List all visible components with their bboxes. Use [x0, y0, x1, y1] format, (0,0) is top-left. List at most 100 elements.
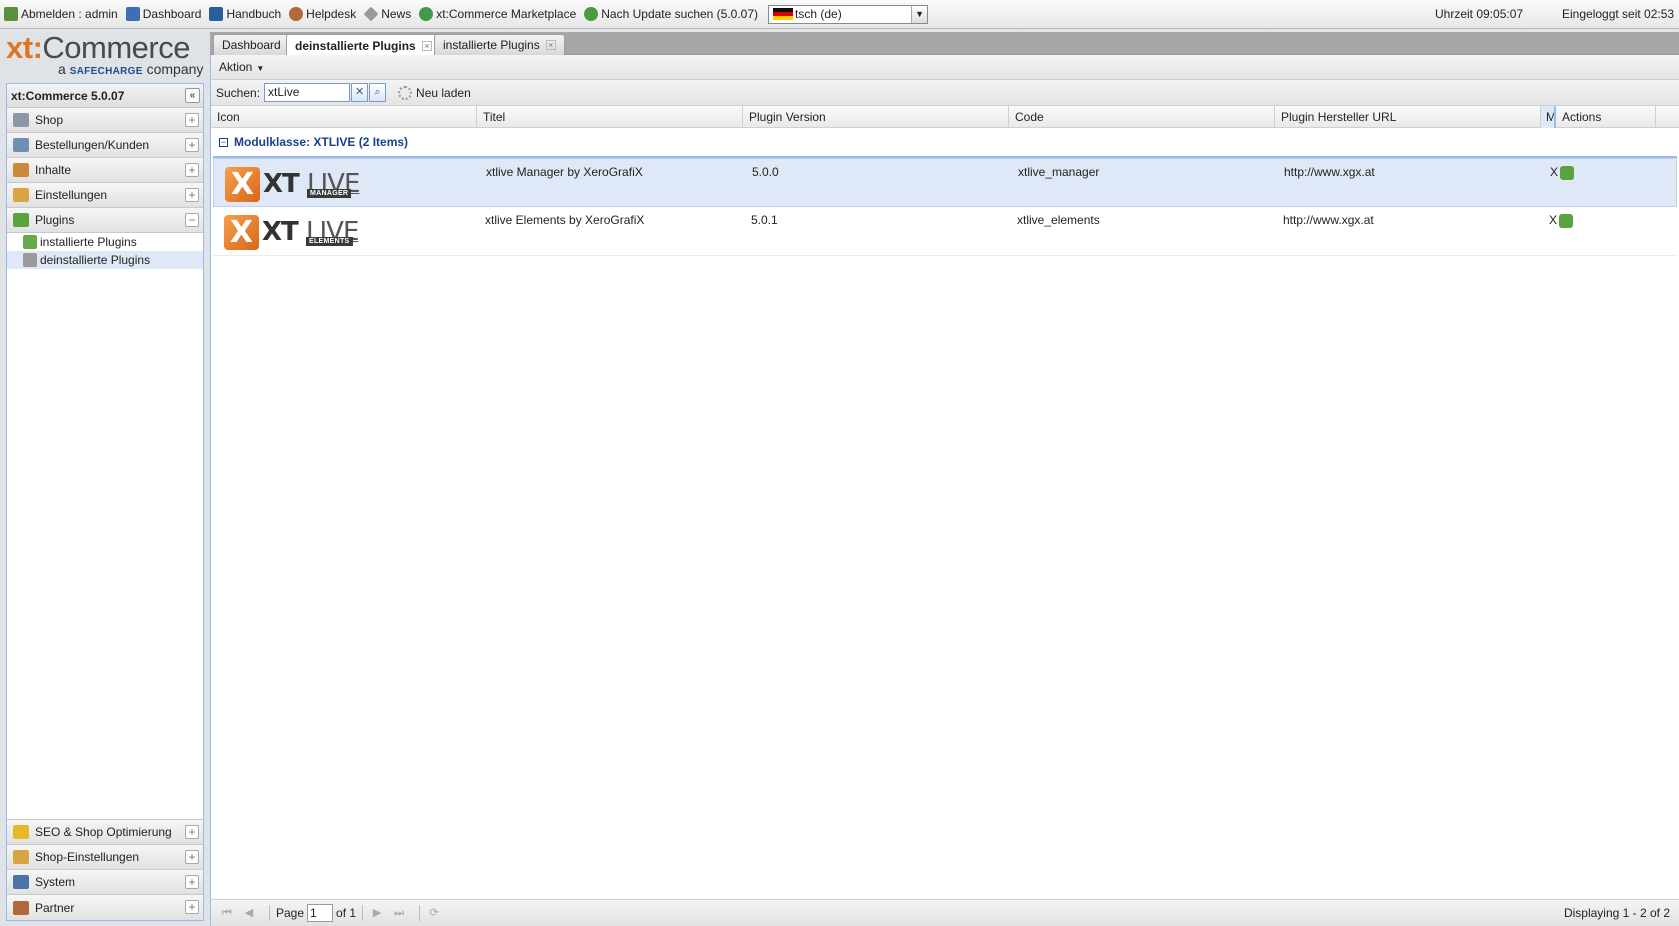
search-label: Suchen:: [216, 85, 261, 100]
sidebar-section-seo[interactable]: SEO & Shop Optimierung +: [7, 820, 203, 845]
expand-icon[interactable]: +: [185, 163, 199, 177]
tag-icon: [363, 6, 379, 22]
xtlive-logo-mark: X: [224, 215, 259, 250]
search-input[interactable]: xtLive: [264, 83, 351, 102]
logout-link[interactable]: Abmelden : admin: [4, 7, 118, 21]
paging-toolbar: ⏮ ◀ Page 1 of 1 ▶ ⏭ ⟳ Displaying 1 - 2 o…: [211, 899, 1679, 926]
expand-icon[interactable]: +: [185, 825, 199, 839]
table-row[interactable]: X XT LIVE MANAGER xtlive Manager by Xero…: [213, 158, 1677, 207]
sidebar-section-shop-settings[interactable]: Shop-Einstellungen +: [7, 845, 203, 870]
install-plugin-icon[interactable]: [1559, 213, 1574, 228]
cell-actions: X: [1549, 213, 1574, 228]
first-page-icon[interactable]: ⏮: [219, 905, 235, 921]
marketplace-link[interactable]: xt:Commerce Marketplace: [419, 7, 576, 21]
monitor-icon: [13, 875, 29, 889]
table-row[interactable]: X XT LIVE ELEMENTS xtlive Elements by Xe…: [213, 207, 1677, 256]
sidebar-section-system[interactable]: System +: [7, 870, 203, 895]
clipboard-icon: [13, 163, 29, 177]
last-page-icon[interactable]: ⏭: [391, 905, 407, 921]
sidebar-section-plugins[interactable]: Plugins −: [7, 208, 203, 233]
expand-icon[interactable]: +: [185, 138, 199, 152]
sidebar-title: xt:Commerce 5.0.07 «: [7, 84, 203, 108]
xtlive-manager-logo: X XT LIVE MANAGER: [225, 165, 360, 203]
column-header-version[interactable]: Plugin Version: [743, 106, 1009, 128]
close-icon[interactable]: ×: [421, 40, 432, 51]
action-toolbar: Aktion ▼: [211, 55, 1679, 80]
cart-icon: [13, 113, 29, 127]
german-flag-icon: [773, 8, 794, 20]
brand-logo: xt:Commerce a SAFECHARGE company: [6, 30, 204, 78]
news-link[interactable]: News: [363, 6, 411, 22]
puzzle-icon: [13, 213, 29, 227]
puzzle-icon: [23, 253, 37, 267]
cell-code: xtlive_elements: [1017, 213, 1100, 227]
refresh-icon[interactable]: ⟳: [426, 905, 442, 921]
collapse-group-icon[interactable]: −: [219, 137, 228, 147]
expand-icon[interactable]: +: [185, 900, 199, 914]
sidebar-section-content[interactable]: Inhalte +: [7, 158, 203, 183]
expand-icon[interactable]: +: [185, 188, 199, 202]
clear-search-button[interactable]: ✕: [351, 83, 369, 102]
sidebar-bottom-sections: SEO & Shop Optimierung + Shop-Einstellung…: [7, 819, 203, 920]
helpdesk-link[interactable]: Helpdesk: [289, 7, 356, 21]
close-icon[interactable]: ×: [545, 40, 556, 50]
refresh-icon: [584, 7, 599, 21]
sidebar-item-uninstalled-plugins[interactable]: deinstallierte Plugins: [7, 251, 203, 269]
folder-icon: [13, 850, 29, 864]
expand-icon[interactable]: +: [185, 875, 199, 889]
update-check-link[interactable]: Nach Update suchen (5.0.07): [584, 7, 758, 21]
language-select[interactable]: tsch (de) ▼: [768, 4, 929, 24]
cell-version: 5.0.0: [752, 165, 779, 179]
dashboard-link[interactable]: Dashboard: [125, 7, 201, 21]
collapse-icon[interactable]: −: [185, 213, 199, 227]
cell-url[interactable]: http://www.xgx.at: [1284, 165, 1375, 179]
manual-link[interactable]: Handbuch: [209, 7, 281, 21]
tab-installed-plugins[interactable]: installierte Plugins ×: [434, 34, 565, 55]
column-header-url[interactable]: Plugin Hersteller URL: [1275, 106, 1541, 128]
grid-header: Icon Titel Plugin Version Code Plugin He…: [211, 106, 1679, 128]
column-header-m[interactable]: M: [1541, 106, 1556, 128]
xtlive-elements-logo: X XT LIVE ELEMENTS: [224, 213, 359, 251]
reload-button[interactable]: Neu laden: [398, 85, 471, 100]
column-header-icon[interactable]: Icon: [211, 106, 477, 128]
caret-down-icon: ▼: [256, 64, 265, 73]
sidebar-section-partner[interactable]: Partner +: [7, 895, 203, 920]
collapse-sidebar-icon[interactable]: «: [185, 88, 200, 103]
search-icon[interactable]: ⌕: [369, 83, 387, 102]
separator: [269, 905, 270, 921]
column-header-title[interactable]: Titel: [477, 106, 743, 128]
tab-uninstalled-plugins[interactable]: deinstallierte Plugins ×: [286, 34, 441, 56]
sidebar-section-orders[interactable]: Bestellungen/Kunden +: [7, 133, 203, 158]
group-header[interactable]: − Modulklasse: XTLIVE (2 Items): [213, 128, 1677, 158]
cell-m: X: [1549, 213, 1558, 227]
column-header-actions[interactable]: Actions: [1556, 106, 1656, 128]
prev-page-icon[interactable]: ◀: [241, 905, 257, 921]
cell-version: 5.0.1: [751, 213, 778, 227]
paging-display-info: Displaying 1 - 2 of 2: [1563, 906, 1670, 920]
action-menu[interactable]: Aktion ▼: [219, 60, 264, 74]
chart-icon: [125, 7, 140, 21]
next-page-icon[interactable]: ▶: [369, 905, 385, 921]
top-toolbar: Abmelden : admin Dashboard Handbuch Help…: [0, 0, 1679, 29]
puzzle-icon: [23, 235, 37, 249]
xtlive-logo-mark: X: [225, 167, 260, 202]
reload-icon: [398, 85, 413, 100]
sidebar-section-settings[interactable]: Einstellungen +: [7, 183, 203, 208]
page-number-input[interactable]: 1: [307, 904, 334, 922]
logout-icon: [4, 7, 18, 21]
tab-dashboard[interactable]: Dashboard: [213, 34, 290, 55]
column-header-code[interactable]: Code: [1009, 106, 1275, 128]
chevron-down-icon[interactable]: ▼: [911, 5, 928, 23]
install-plugin-icon[interactable]: [1560, 165, 1575, 180]
sidebar-section-shop[interactable]: Shop +: [7, 108, 203, 133]
clock-time: Uhrzeit 09:05:07: [1435, 7, 1524, 21]
expand-icon[interactable]: +: [185, 113, 199, 127]
separator: [419, 905, 421, 921]
person-icon: [13, 900, 29, 915]
tab-strip: Dashboard deinstallierte Plugins × instal…: [210, 32, 1679, 56]
sidebar-item-installed-plugins[interactable]: installierte Plugins: [7, 233, 203, 251]
cell-url[interactable]: http://www.xgx.at: [1283, 213, 1374, 227]
lightning-icon: [13, 825, 29, 839]
expand-icon[interactable]: +: [185, 850, 199, 864]
orders-icon: [13, 138, 29, 152]
